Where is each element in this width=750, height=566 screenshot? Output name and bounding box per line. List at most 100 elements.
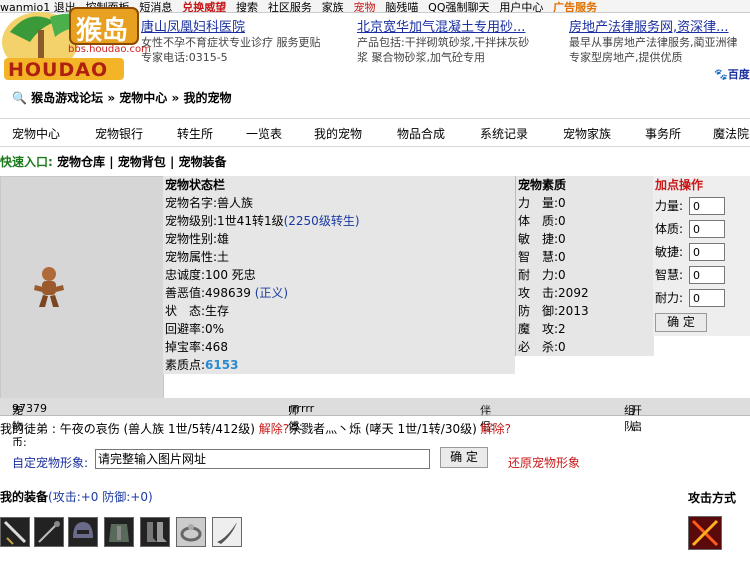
quality-row-agi: 敏 捷:0 — [518, 232, 566, 246]
add-input-str[interactable]: 0 — [689, 197, 725, 215]
top-link-cat[interactable]: 脑残喵 — [385, 1, 418, 12]
armor-icon — [109, 524, 129, 542]
status-row-dodge: 回避率:0% — [165, 322, 225, 336]
site-logo[interactable]: 猴岛 bbs.houdao.com HOUDAO — [0, 2, 151, 84]
image-url-input[interactable]: 请完整输入图片网址 — [95, 449, 430, 469]
release-link-2[interactable]: 解除? — [481, 422, 511, 436]
nav-list[interactable]: 一览表 — [246, 125, 282, 142]
pet-portrait-panel — [0, 176, 164, 400]
nav-pet-center[interactable]: 宠物中心 — [12, 125, 60, 142]
ad-block-2[interactable]: 北京宽华加气混凝土专用砂... 产品包括:干拌砌筑砂浆,干拌抹灰砂 浆 聚合物砂… — [357, 20, 567, 65]
quick-bag[interactable]: 宠物背包 — [118, 155, 166, 169]
add-label-end: 耐力: — [655, 291, 684, 305]
add-input-con[interactable]: 0 — [689, 220, 725, 238]
staff-icon — [38, 521, 60, 543]
add-point-panel: 加点操作 力量: 0 体质: 0 敏捷: 0 智慧: 0 耐力: 0 确 定 — [653, 176, 750, 336]
helmet-icon — [73, 522, 93, 538]
status-row-points: 素质点:6153 — [165, 358, 239, 372]
ad-title-3[interactable]: 房地产法律服务网,资深律... — [569, 20, 750, 35]
pet-nav: 宠物中心 宠物银行 转生所 一览表 我的宠物 物品合成 系统记录 宠物家族 事务… — [0, 118, 750, 147]
quick-warehouse[interactable]: 宠物仓库 — [57, 155, 105, 169]
attack-mode-icon — [691, 519, 719, 547]
equip-stats: (攻击:+0 防御:+0) — [48, 490, 153, 504]
restore-image-link[interactable]: 还原宠物形象 — [508, 454, 580, 471]
top-link-family[interactable]: 家族 — [322, 1, 344, 12]
baidu-badge[interactable]: 🐾百度 — [714, 66, 750, 82]
equip-slot-boots[interactable] — [140, 517, 170, 547]
nav-pet-bank[interactable]: 宠物银行 — [95, 125, 143, 142]
quality-row-str: 力 量:0 — [518, 196, 566, 210]
equip-slot-helmet[interactable] — [68, 517, 98, 547]
nav-records[interactable]: 系统记录 — [480, 125, 528, 142]
release-link-1[interactable]: 解除? — [259, 422, 289, 436]
status-row-drop: 掉宝率:468 — [165, 340, 228, 354]
quality-row-atk: 攻 击:2092 — [518, 286, 589, 300]
top-link-exchange[interactable]: 兑换威望 — [182, 1, 226, 12]
logo-url: bbs.houdao.com — [68, 44, 151, 55]
ad-line-3a: 最早从事房地产法律服务,蔺亚洲律 — [569, 36, 738, 49]
apprentice-label: 我的徒弟 : — [0, 422, 56, 436]
search-icon: 🔍 — [12, 91, 27, 105]
ad-line-3b: 专家型房地产,提供优质 — [569, 51, 683, 64]
attack-mode-slot[interactable] — [688, 516, 722, 550]
top-link-usercenter[interactable]: 用户中心 — [499, 1, 543, 12]
equip-slot-claw[interactable] — [212, 517, 242, 547]
equip-slot-sword[interactable] — [0, 517, 30, 547]
ad-title-1[interactable]: 唐山凤凰妇科医院 — [141, 20, 356, 35]
ad-block-1[interactable]: 唐山凤凰妇科医院 女性不孕不育症状专业诊疗 服务更贴 专家电话:0315-5 — [141, 20, 356, 65]
add-label-str: 力量: — [655, 199, 684, 213]
nav-my-pet[interactable]: 我的宠物 — [314, 125, 362, 142]
add-label-int: 智慧: — [655, 268, 684, 282]
ad-line-2b: 浆 聚合物砂浆,加气砼专用 — [357, 51, 485, 64]
nav-family[interactable]: 宠物家族 — [563, 125, 611, 142]
add-label-agi: 敏捷: — [655, 245, 684, 259]
top-link-ad[interactable]: 广告服务 — [553, 1, 597, 12]
add-input-int[interactable]: 0 — [689, 266, 725, 284]
quality-row-con: 体 质:0 — [518, 214, 566, 228]
ad-title-2[interactable]: 北京宽华加气混凝土专用砂... — [357, 20, 567, 35]
apprentice-line: 我的徒弟 : 午夜の哀伤 (兽人族 1世/5转/412级) 解除?杀戮者灬丶烁 … — [0, 420, 511, 437]
quality-row-end: 耐 力:0 — [518, 268, 566, 282]
ad-line-2a: 产品包括:干拌砌筑砂浆,干拌抹灰砂 — [357, 36, 530, 49]
top-link-search[interactable]: 搜索 — [236, 1, 258, 12]
custom-confirm-button[interactable]: 确 定 — [440, 447, 488, 468]
crumb-sep: » — [171, 91, 180, 105]
crumb-mid[interactable]: 宠物中心 — [119, 91, 167, 105]
equip-slot-ring[interactable] — [176, 517, 206, 547]
pet-status-panel: 宠物状态栏 宠物名字:兽人族 宠物级别:1世41转1级(2250级转生) 宠物性… — [163, 176, 515, 374]
crumb-current: 我的宠物 — [183, 91, 232, 105]
add-label-con: 体质: — [655, 222, 684, 236]
apprentice-entry-1: 午夜の哀伤 (兽人族 1世/5转/412级) — [59, 422, 255, 436]
add-input-agi[interactable]: 0 — [689, 243, 725, 261]
nav-office[interactable]: 事务所 — [645, 125, 681, 142]
pet-info-bar: 宠物币: 97379 师傅: rrrrrr 伴侣: 无 组队: 开启 — [0, 398, 750, 449]
baidu-label: 百度 — [727, 68, 750, 81]
apprentice-entry-2: 杀戮者灬丶烁 (哮天 1世/1转/30级) — [289, 422, 477, 436]
quick-equipment[interactable]: 宠物装备 — [179, 155, 227, 169]
my-equipment-header: 我的装备(攻击:+0 防御:+0) — [0, 488, 153, 505]
status-row-level: 宠物级别:1世41转1级(2250级转生) — [165, 214, 360, 228]
breadcrumb: 🔍 猴岛游戏论坛 » 宠物中心 » 我的宠物 — [12, 89, 231, 106]
equip-slot-armor[interactable] — [104, 517, 134, 547]
ad-line-1a: 女性不孕不育症状专业诊疗 服务更贴 — [141, 36, 321, 49]
custom-image-row: 自定宠物形象: 请完整输入图片网址 确 定 还原宠物形象 — [0, 446, 750, 476]
top-link-pet[interactable]: 宠物 — [354, 1, 376, 12]
add-title: 加点操作 — [655, 178, 704, 192]
top-link-qq[interactable]: QQ强制聊天 — [428, 1, 489, 12]
pet-avatar — [34, 267, 64, 307]
crumb-root[interactable]: 猴岛游戏论坛 — [31, 91, 103, 105]
logo-brand: HOUDAO — [8, 59, 109, 81]
quality-row-crit: 必 杀:0 — [518, 340, 566, 354]
group-info: 组队: 开启 — [624, 404, 642, 433]
quality-title: 宠物素质 — [518, 178, 567, 192]
add-input-end[interactable]: 0 — [689, 289, 725, 307]
nav-rebirth[interactable]: 转生所 — [177, 125, 213, 142]
ad-block-3[interactable]: 房地产法律服务网,资深律... 最早从事房地产法律服务,蔺亚洲律 专家型房地产,… — [569, 20, 750, 65]
status-row-loyalty: 忠诚度:100 死忠 — [165, 268, 256, 282]
top-link-community[interactable]: 社区服务 — [268, 1, 312, 12]
status-row-attr: 宠物属性:土 — [165, 250, 230, 264]
equip-slot-staff[interactable] — [34, 517, 64, 547]
nav-magic[interactable]: 魔法院 — [713, 125, 749, 142]
nav-synthesis[interactable]: 物品合成 — [397, 125, 445, 142]
add-confirm-button[interactable]: 确 定 — [655, 313, 707, 332]
